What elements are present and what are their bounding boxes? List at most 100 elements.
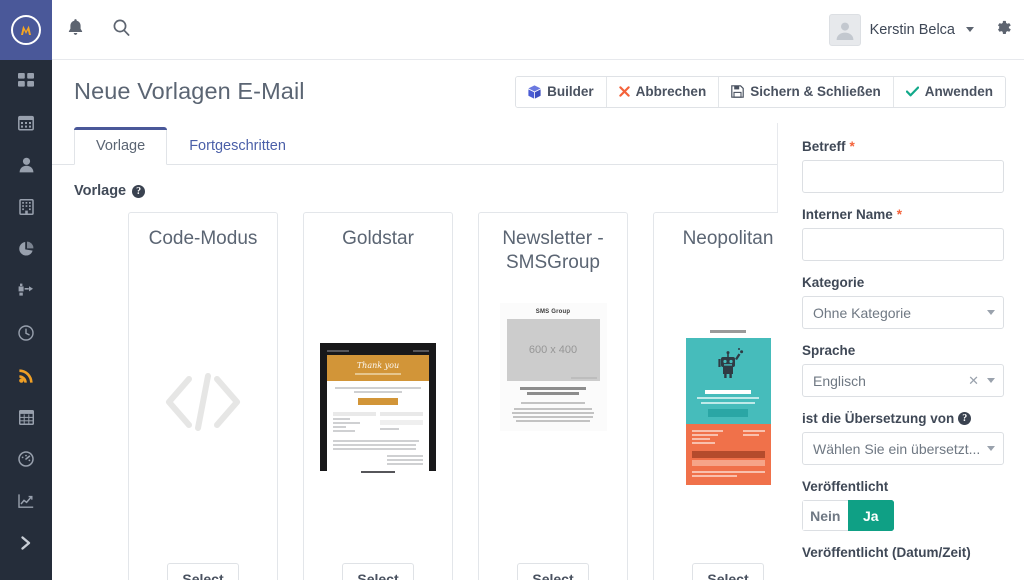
- goldstar-preview: Thank you: [320, 343, 436, 473]
- sidebar-item-channels[interactable]: [0, 354, 52, 396]
- robot-icon: [711, 346, 745, 385]
- newsletter-preview-logo: SMS Group: [535, 309, 571, 315]
- bell-icon: [67, 18, 84, 41]
- subject-input[interactable]: [802, 160, 1004, 193]
- template-card-code-modus[interactable]: Code-Modus Select: [128, 212, 278, 580]
- translation-of-value: Wählen Sie ein übersetzt...: [813, 440, 981, 457]
- sidebar-item-components[interactable]: [0, 396, 52, 438]
- template-card-goldstar[interactable]: Goldstar Thank you Select: [303, 212, 453, 580]
- clock-icon: [18, 325, 34, 341]
- gauge-icon: [18, 451, 34, 467]
- language-select[interactable]: Englisch ✕: [802, 364, 1004, 397]
- published-toggle-yes[interactable]: Ja: [847, 500, 894, 531]
- search-button[interactable]: [98, 0, 144, 60]
- field-published-datetime: Veröffentlicht (Datum/Zeit): [802, 545, 1004, 560]
- section-heading: Vorlage ?: [74, 183, 777, 199]
- components-grid-icon: [18, 409, 34, 425]
- chevron-down-icon: [987, 446, 995, 451]
- internal-name-input[interactable]: [802, 228, 1004, 261]
- internal-name-label-text: Interner Name: [802, 207, 893, 222]
- search-icon: [113, 19, 130, 41]
- section-heading-label: Vorlage: [74, 183, 127, 199]
- question-mark-icon[interactable]: ?: [958, 412, 972, 425]
- newsletter-image-placeholder: 600 x 400: [506, 319, 600, 381]
- segments-pie-icon: [18, 241, 34, 257]
- field-language: Sprache Englisch ✕: [802, 343, 1004, 397]
- chevron-down-icon: [987, 310, 995, 315]
- template-card-newsletter-smsgroup[interactable]: Newsletter - SMSGroup SMS Group 600 x 40…: [478, 212, 628, 580]
- published-toggle[interactable]: Nein Ja: [802, 500, 894, 531]
- sidebar-expand-toggle[interactable]: [0, 522, 52, 564]
- clear-x-icon[interactable]: ✕: [968, 373, 979, 389]
- campaigns-icon: [18, 283, 34, 299]
- field-translation-of: ist die Übersetzung von ? Wählen Sie ein…: [802, 411, 1004, 465]
- save-and-close-button-label: Sichern & Schließen: [750, 84, 881, 99]
- template-title: Code-Modus: [148, 228, 258, 249]
- app-logo[interactable]: [0, 0, 52, 60]
- chevron-down-icon: [966, 27, 974, 32]
- required-marker: *: [849, 139, 855, 154]
- field-internal-name: Interner Name *: [802, 207, 1004, 261]
- save-and-close-button[interactable]: Sichern & Schließen: [719, 76, 894, 107]
- times-icon: [618, 86, 630, 97]
- builder-button[interactable]: Builder: [516, 76, 607, 107]
- category-select[interactable]: Ohne Kategorie: [802, 296, 1004, 329]
- tab-bar: Vorlage Fortgeschritten: [52, 123, 777, 165]
- question-mark-icon[interactable]: ?: [132, 184, 146, 198]
- published-toggle-no[interactable]: Nein: [802, 500, 848, 531]
- sidebar-item-segments[interactable]: [0, 228, 52, 270]
- user-avatar-icon: [836, 22, 853, 40]
- sidebar-item-contacts[interactable]: [0, 144, 52, 186]
- select-button[interactable]: Select: [692, 563, 764, 580]
- language-value: Englisch: [813, 372, 866, 389]
- page-title: Neue Vorlagen E-Mail: [74, 78, 305, 104]
- select-button[interactable]: Select: [517, 563, 589, 580]
- translation-of-select[interactable]: Wählen Sie ein übersetzt...: [802, 432, 1004, 465]
- subject-label-text: Betreff: [802, 139, 846, 154]
- settings-button[interactable]: [980, 0, 1024, 60]
- left-sidebar: [0, 0, 52, 580]
- sidebar-item-stages[interactable]: [0, 438, 52, 480]
- subject-label: Betreff *: [802, 139, 1004, 154]
- select-button[interactable]: Select: [167, 563, 239, 580]
- sidebar-item-calendar[interactable]: [0, 102, 52, 144]
- newsletter-preview: SMS Group 600 x 400: [499, 303, 607, 431]
- template-title: Newsletter - SMSGroup: [502, 228, 604, 273]
- sidebar-item-campaigns[interactable]: [0, 270, 52, 312]
- tab-vorlage[interactable]: Vorlage: [74, 127, 168, 165]
- page-header: Neue Vorlagen E-Mail Builder Abbrechen S…: [52, 60, 1024, 123]
- template-card-list: Code-Modus Select Goldstar Thank you Sel…: [128, 212, 803, 580]
- reports-chart-icon: [18, 493, 34, 509]
- sidebar-item-dashboard[interactable]: [0, 60, 52, 102]
- user-menu[interactable]: Kerstin Belca: [828, 13, 980, 46]
- cancel-button[interactable]: Abbrechen: [606, 76, 720, 107]
- sidebar-item-points[interactable]: [0, 312, 52, 354]
- action-toolbar: Builder Abbrechen Sichern & Schließen An…: [515, 75, 1006, 108]
- tab-vorlage-label: Vorlage: [96, 138, 146, 154]
- contacts-icon: [19, 157, 34, 173]
- notifications-button[interactable]: [52, 0, 98, 60]
- chevron-right-icon: [19, 535, 33, 551]
- sidebar-item-companies[interactable]: [0, 186, 52, 228]
- companies-icon: [18, 199, 34, 215]
- field-category: Kategorie Ohne Kategorie: [802, 275, 1004, 329]
- newsletter-image-credit: [570, 377, 597, 379]
- code-glyph-icon: [163, 373, 243, 441]
- translation-of-label: ist die Übersetzung von ?: [802, 411, 1004, 426]
- check-icon: [905, 86, 919, 97]
- calendar-icon: [18, 115, 34, 131]
- user-name: Kerstin Belca: [869, 21, 955, 38]
- required-marker: *: [896, 207, 903, 222]
- mautic-logo-icon: [11, 15, 41, 45]
- newsletter-placeholder-label: 600 x 400: [528, 344, 578, 356]
- select-button[interactable]: Select: [342, 563, 414, 580]
- floppy-save-icon: [731, 85, 744, 98]
- tab-fortgeschritten[interactable]: Fortgeschritten: [167, 127, 308, 165]
- top-navigation-bar: Kerstin Belca: [52, 0, 1024, 60]
- email-settings-panel: Betreff * Interner Name * Kategorie Ohne…: [778, 123, 1024, 580]
- dashboard-icon: [18, 73, 34, 89]
- apply-button[interactable]: Anwenden: [893, 76, 1005, 107]
- field-published: Veröffentlicht Nein Ja: [802, 479, 1004, 531]
- sidebar-item-reports[interactable]: [0, 480, 52, 522]
- template-thumbnail: SMS Group 600 x 400: [487, 275, 619, 563]
